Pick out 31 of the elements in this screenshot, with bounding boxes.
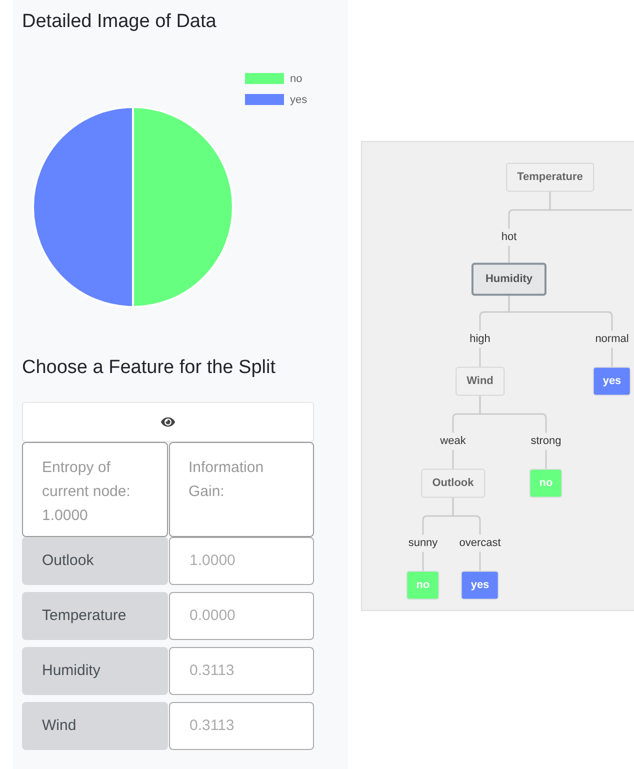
feature-cell[interactable]: Wind <box>22 702 168 750</box>
section-title: Detailed Image of Data <box>22 10 218 34</box>
tree-node[interactable]: Wind <box>456 366 504 396</box>
feature-cell[interactable]: Temperature <box>22 592 168 640</box>
legend-swatch <box>245 94 284 104</box>
eye-icon <box>161 415 175 429</box>
gain-cell: 1.0000 <box>168 537 314 585</box>
tree-node[interactable]: Temperature <box>506 162 594 192</box>
feature-cell[interactable]: Humidity <box>22 647 168 695</box>
leaf-node[interactable]: yes <box>460 570 500 600</box>
header-cell: Entropy of current node: 1.0000 <box>22 442 168 537</box>
branch-label: normal <box>595 330 629 348</box>
feature-cell[interactable]: Outlook <box>22 537 168 585</box>
branch-label: overcast <box>459 534 501 552</box>
branch-label: hot <box>501 228 517 246</box>
section-title: Choose a Feature for the Split <box>22 356 276 380</box>
legend-swatch <box>245 72 284 84</box>
header-cell: Information Gain: <box>168 442 314 537</box>
branch-label: high <box>470 330 490 348</box>
branch-label: sunny <box>408 534 438 552</box>
gain-cell: 0.3113 <box>168 702 314 750</box>
tree-node[interactable]: Humidity <box>471 262 547 296</box>
legend-label: yes <box>290 94 308 106</box>
leaf-node[interactable]: yes <box>592 366 632 396</box>
gain-cell: 0.0000 <box>168 592 314 640</box>
eye-button[interactable] <box>22 402 314 442</box>
gain-cell: 0.3113 <box>168 647 314 695</box>
legend-label: no <box>290 72 302 84</box>
tree-node[interactable]: Outlook <box>421 468 485 498</box>
branch-label: weak <box>440 432 466 450</box>
branch-label: strong <box>530 432 562 450</box>
